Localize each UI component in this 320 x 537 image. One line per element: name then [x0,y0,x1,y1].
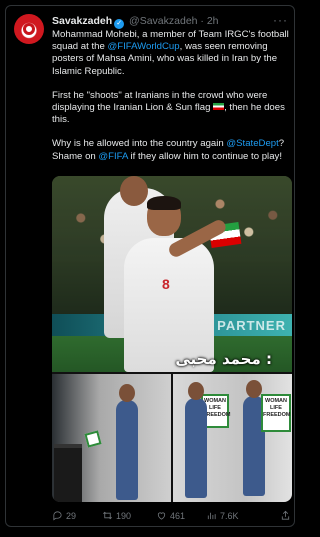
tweet-text: Mohammad Mohebi, a member of Team IRGC's… [52,29,292,175]
poster-photo-left[interactable] [52,374,171,502]
separator-dot: · [200,15,204,27]
verified-badge-icon: ✓ [114,19,125,29]
tweet-time[interactable]: 2h [207,15,219,27]
poster-photo-right[interactable]: WOMAN LIFE FREEDOM WOMAN LIFE FREEDOM [173,374,292,502]
tweet-header: Savakzadeh ✓ @Savakzadeh · 2h [52,15,286,29]
torn-poster [84,430,102,448]
share-icon [281,510,290,520]
heart-icon [157,512,166,520]
poster-woman-life-freedom: WOMAN LIFE FREEDOM [261,394,291,432]
share-button[interactable] [280,510,291,521]
mention-fifaworldcup-link[interactable]: @FIFAWorldCup [107,41,179,52]
tweet-media[interactable]: PARTNER 8 محمد محبی : WOMAN LIFE FREEDOM… [52,176,292,502]
tweet-paragraph-3: Why is he allowed into the country again… [52,138,292,162]
person-figure [116,384,138,500]
views-button[interactable]: 7.6K [206,510,239,521]
author-name[interactable]: Savakzadeh [52,15,112,27]
like-count: 461 [170,510,186,521]
author-handle[interactable]: @Savakzadeh [129,15,197,27]
person-head [246,380,262,398]
match-photo[interactable]: PARTNER 8 محمد محبی : [52,176,292,372]
player-background-head [120,176,148,206]
avatar-logo-icon [23,23,35,35]
reply-button[interactable]: 29 [52,510,76,521]
jersey-number: 8 [162,276,170,292]
tweet-card[interactable]: Savakzadeh ✓ @Savakzadeh · 2h ··· Mohamma… [5,5,295,527]
retweet-count: 190 [116,510,132,521]
reply-icon [53,511,62,521]
person-head [188,382,204,400]
ad-board-text: PARTNER [217,318,286,333]
more-dots-icon[interactable]: ··· [273,13,288,27]
mention-statedept-link[interactable]: @StateDept [226,138,278,149]
person-figure [185,382,207,498]
iran-flag-icon [213,103,225,111]
tweet-paragraph-2: First he "shoots" at Iranians in the cro… [52,90,292,127]
retweet-button[interactable]: 190 [102,510,131,521]
photo-caption: محمد محبی : [175,350,272,368]
mention-fifa-link[interactable]: @FIFA [98,151,127,162]
reply-count: 29 [66,510,77,521]
tweet-text-segment: Why is he allowed into the country again [52,138,227,150]
like-button[interactable]: 461 [156,510,185,521]
views-count: 7.6K [220,510,239,521]
tweet-text-segment: if they allow him to continue to play! [127,150,282,162]
person-head [119,384,135,402]
tweet-paragraph-1: Mohammad Mohebi, a member of Team IRGC's… [52,29,292,78]
tweet-actions: 29 190 461 7.6K [52,510,292,522]
trash-bin [54,444,82,502]
player-main-hair [147,196,181,210]
retweet-icon [103,511,112,520]
views-chart-icon [207,512,216,520]
avatar[interactable] [14,14,44,44]
